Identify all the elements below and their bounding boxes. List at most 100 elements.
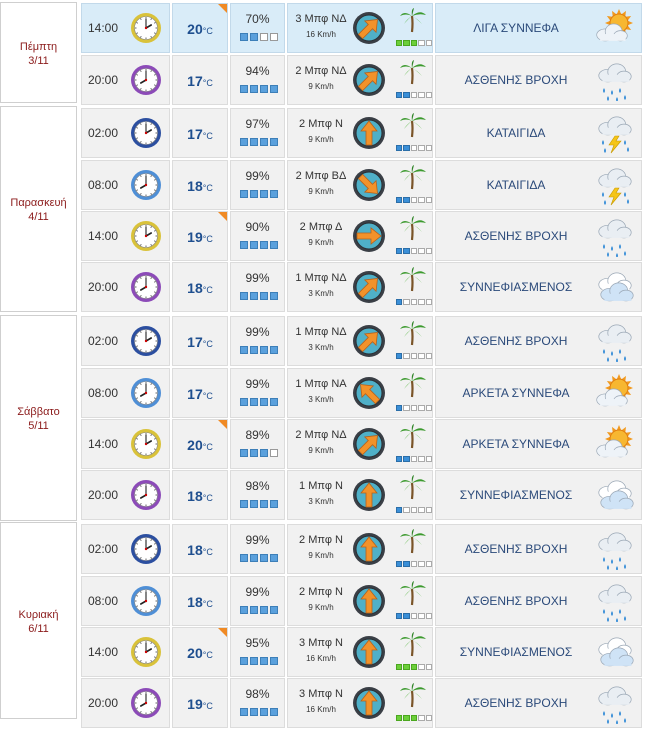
palm-tree-icon <box>400 113 426 138</box>
beaufort-scale <box>396 561 433 567</box>
humidity-value: 99% <box>245 169 270 183</box>
wind-speed: 3 Km/h <box>308 395 334 404</box>
temperature-value: 20°C <box>173 645 227 661</box>
weather-description: ΣΥΝΝΕΦΙΑΣΜΕΝΟΣ <box>459 280 573 294</box>
time-text: 20:00 <box>88 280 119 294</box>
weather-description: ΑΣΘΕΝΗΣ ΒΡΟΧΗ <box>464 594 568 608</box>
day-name: Παρασκευή <box>10 197 67 209</box>
wind-force: 2 Μπφ Δ <box>299 221 343 233</box>
humidity-bar-segment <box>240 346 248 354</box>
wind-force: 3 Μπφ Ν <box>299 688 343 700</box>
beaufort-segment <box>410 456 418 462</box>
humidity-bar-segment <box>250 606 258 614</box>
humidity-bar-segment <box>250 708 258 716</box>
beaufort-segment <box>403 507 410 513</box>
forecast-row: 14:00 19°C 90% 2 Μπφ Δ 9 Km/h ΑΣΘΕΝΗΣ ΒΡΟΧΗ <box>81 211 642 261</box>
beaufort-segment <box>410 92 418 98</box>
day-date: 4/11 <box>28 211 49 223</box>
wind-direction-icon <box>353 377 385 409</box>
weather-icon-wrap <box>595 9 635 49</box>
weather-icon-wrap <box>595 582 635 623</box>
humidity-bar-segment <box>250 138 258 146</box>
palm-tree-icon <box>400 475 426 500</box>
humidity-bar-segment <box>240 85 248 93</box>
humidity-bar-segment <box>260 190 268 198</box>
beaufort-segment <box>418 405 425 411</box>
beaufort-segment <box>418 664 425 670</box>
humidity-value: 95% <box>245 636 270 650</box>
palm-tree-icon <box>400 424 426 449</box>
palm-wrap <box>398 112 428 138</box>
beaufort-segment <box>403 613 410 619</box>
temperature-number: 20 <box>187 21 203 37</box>
beaufort-segment <box>403 561 410 567</box>
temperature-cell: 20°C <box>172 419 228 469</box>
time-cell: 02:00 <box>81 108 170 158</box>
wind-cell: 1 Μπφ ΝΔ 3 Km/h <box>287 262 433 312</box>
palm-tree-icon <box>400 267 426 292</box>
rain-cloud-icon <box>598 324 632 363</box>
clock-icon <box>131 586 161 616</box>
weather-icon-wrap <box>595 114 635 154</box>
palm-tree-icon <box>400 683 426 708</box>
temperature-value: 19°C <box>173 229 227 245</box>
time-cell: 08:00 <box>81 576 170 626</box>
humidity-bar-segment <box>260 449 268 457</box>
clock-icon <box>131 272 161 302</box>
clock-icon-wrap <box>130 64 162 96</box>
time-text: 02:00 <box>88 542 119 556</box>
beaufort-segment <box>396 353 403 359</box>
temperature-number: 19 <box>187 229 203 245</box>
beaufort-segment <box>418 613 425 619</box>
beaufort-scale <box>396 456 433 462</box>
forecast-row: 08:00 17°C 99% 1 Μπφ ΝΑ 3 Km/h ΑΡΚΕΤΑ ΣΥΝΝΕΦΑ <box>81 368 642 418</box>
clock-icon <box>131 637 161 667</box>
beaufort-scale <box>396 405 433 411</box>
wind-cell: 2 Μπφ Ν 9 Km/h <box>287 108 433 158</box>
beaufort-segment <box>418 40 425 46</box>
weather-icon-wrap <box>595 374 635 414</box>
clock-icon <box>131 118 161 148</box>
temperature-unit: °C <box>202 701 213 711</box>
temperature-value: 18°C <box>173 280 227 296</box>
temperature-value: 19°C <box>173 696 227 712</box>
time-text: 02:00 <box>88 334 119 348</box>
humidity-cell: 99% <box>230 368 285 418</box>
description-cell: ΑΣΘΕΝΗΣ ΒΡΟΧΗ <box>435 678 642 728</box>
humidity-bar-segment <box>270 500 278 508</box>
time-text: 08:00 <box>88 178 119 192</box>
palm-wrap <box>398 580 428 606</box>
clock-icon-wrap <box>130 169 162 201</box>
beaufort-segment <box>418 145 425 151</box>
beaufort-segment <box>410 197 418 203</box>
humidity-bar-segment <box>260 138 268 146</box>
humidity-bar <box>240 657 278 665</box>
weather-description: ΑΣΘΕΝΗΣ ΒΡΟΧΗ <box>464 229 568 243</box>
time-cell: 20:00 <box>81 55 170 105</box>
wind-direction-icon <box>353 64 385 96</box>
sun-cloud-icon <box>596 9 633 42</box>
humidity-bar <box>240 190 278 198</box>
humidity-bar <box>240 33 278 41</box>
humidity-cell: 99% <box>230 316 285 366</box>
palm-wrap <box>398 215 428 241</box>
wind-speed: 9 Km/h <box>308 135 334 144</box>
day-label: Σάββατο 5/11 <box>1 405 76 433</box>
forecast-row: 02:00 18°C 99% 2 Μπφ Ν 9 Km/h ΑΣΘΕΝΗΣ ΒΡΟΧΗ <box>81 524 642 574</box>
humidity-value: 97% <box>245 117 270 131</box>
clock-icon <box>131 688 161 718</box>
wind-direction-icon <box>353 428 385 460</box>
humidity-bar <box>240 554 278 562</box>
weather-description: ΛΙΓΑ ΣΥΝΝΕΦΑ <box>473 21 559 35</box>
wind-speed: 9 Km/h <box>308 446 334 455</box>
humidity-cell: 99% <box>230 576 285 626</box>
weather-icon-wrap <box>595 322 635 363</box>
humidity-bar-segment <box>270 292 278 300</box>
weather-icon-wrap <box>595 425 635 465</box>
palm-wrap <box>398 320 428 346</box>
beaufort-segment <box>418 248 425 254</box>
rain-cloud-icon <box>598 686 632 725</box>
wind-force: 2 Μπφ ΝΔ <box>295 429 347 441</box>
temperature-number: 18 <box>187 594 203 610</box>
description-cell: ΚΑΤΑΙΓΙΔΑ <box>435 160 642 210</box>
